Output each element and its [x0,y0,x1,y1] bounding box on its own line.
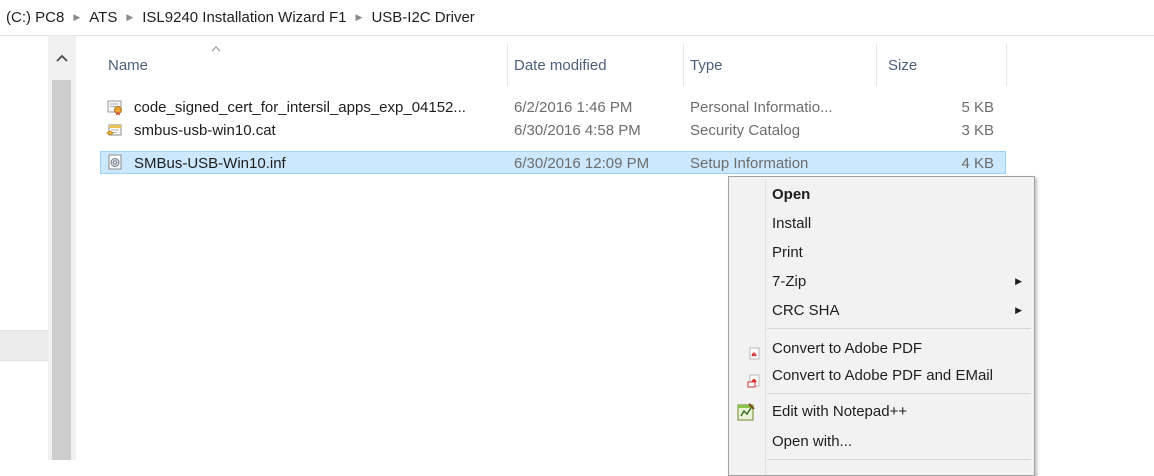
catalog-file-icon [106,121,124,139]
menu-item-convert-to-pdf[interactable]: Convert to Adobe PDF [729,334,1034,363]
menu-item-print[interactable]: Print [729,238,1034,267]
menu-item-crc-sha[interactable]: CRC SHA ▶ [729,296,1034,325]
file-date-modified: 6/30/2016 12:09 PM [514,155,650,172]
menu-item-open[interactable]: Open [729,180,1034,209]
breadcrumb-item-ats[interactable]: ATS [87,9,119,26]
column-divider[interactable] [507,44,508,86]
menu-item-label: Install [772,215,812,232]
column-header-date-label: Date modified [514,56,607,74]
menu-item-label: Print [772,244,803,261]
file-type: Setup Information [690,155,809,172]
notepad-plus-plus-icon [736,402,756,422]
adobe-pdf-email-icon [747,369,761,388]
menu-item-7zip[interactable]: 7-Zip ▶ [729,267,1034,296]
file-name: code_signed_cert_for_intersil_apps_exp_0… [134,99,466,116]
column-divider[interactable] [1006,44,1007,86]
menu-item-label: Open with... [772,433,853,450]
breadcrumb-item-usb-i2c-driver[interactable]: USB-I2C Driver [369,9,476,26]
breadcrumb: (C:) PC8 ▶ ATS ▶ ISL9240 Installation Wi… [0,0,1154,36]
file-name: SMBus-USB-Win10.inf [134,155,286,172]
file-row-selected[interactable]: SMBus-USB-Win10.inf 6/30/2016 12:09 PM S… [100,151,1006,174]
file-size: 4 KB [961,155,994,172]
navigation-pane[interactable] [0,36,48,460]
menu-item-install[interactable]: Install [729,209,1034,238]
menu-item-label: Convert to Adobe PDF [772,340,923,357]
file-size: 3 KB [961,122,994,139]
file-date-modified: 6/30/2016 4:58 PM [514,122,641,139]
breadcrumb-item-installation-wizard[interactable]: ISL9240 Installation Wizard F1 [140,9,348,26]
menu-separator [767,393,1031,394]
adobe-pdf-icon [747,342,761,360]
column-header-size-label: Size [888,56,918,74]
setup-info-file-icon [106,153,124,171]
submenu-arrow-icon: ▶ [1015,276,1022,286]
file-type: Personal Informatio... [690,99,833,116]
scroll-up-arrow-icon[interactable] [48,44,76,72]
chevron-right-icon[interactable]: ▶ [126,12,133,23]
file-type: Security Catalog [690,122,801,139]
context-menu: Open Install Print 7-Zip ▶ CRC SHA ▶ Con… [728,176,1035,476]
menu-item-open-with[interactable]: Open with... [729,427,1034,456]
chevron-right-icon[interactable]: ▶ [73,12,80,23]
file-row[interactable]: code_signed_cert_for_intersil_apps_exp_0… [102,96,1008,119]
file-date-modified: 6/2/2016 1:46 PM [514,99,633,116]
chevron-right-icon[interactable]: ▶ [356,12,363,23]
navigation-pane-item[interactable] [0,330,48,361]
column-header-size[interactable]: Size [888,44,1004,86]
column-header-name[interactable]: Name [108,44,508,86]
menu-item-edit-with-notepad[interactable]: Edit with Notepad++ [729,397,1034,426]
certificate-file-icon [106,98,124,116]
breadcrumb-item-drive[interactable]: (C:) PC8 [4,9,66,26]
menu-item-label: Edit with Notepad++ [772,403,908,420]
scrollbar-thumb[interactable] [52,80,71,460]
column-divider[interactable] [876,44,877,86]
menu-item-label: CRC SHA [772,302,840,319]
menu-item-label: 7-Zip [772,273,807,290]
column-header-name-label: Name [108,56,149,74]
column-divider[interactable] [683,44,684,86]
file-row[interactable]: smbus-usb-win10.cat 6/30/2016 4:58 PM Se… [102,119,1008,142]
file-size: 5 KB [961,99,994,116]
menu-item-label: Open [772,186,811,203]
column-header-date-modified[interactable]: Date modified [514,44,684,86]
file-name: smbus-usb-win10.cat [134,122,276,139]
column-header-type[interactable]: Type [690,44,876,86]
menu-item-label: Convert to Adobe PDF and EMail [772,367,993,384]
menu-separator [767,328,1031,329]
menu-item-convert-to-pdf-email[interactable]: Convert to Adobe PDF and EMail [729,361,1034,390]
column-header-type-label: Type [690,56,723,74]
submenu-arrow-icon: ▶ [1015,305,1022,315]
sort-ascending-icon [211,44,221,54]
